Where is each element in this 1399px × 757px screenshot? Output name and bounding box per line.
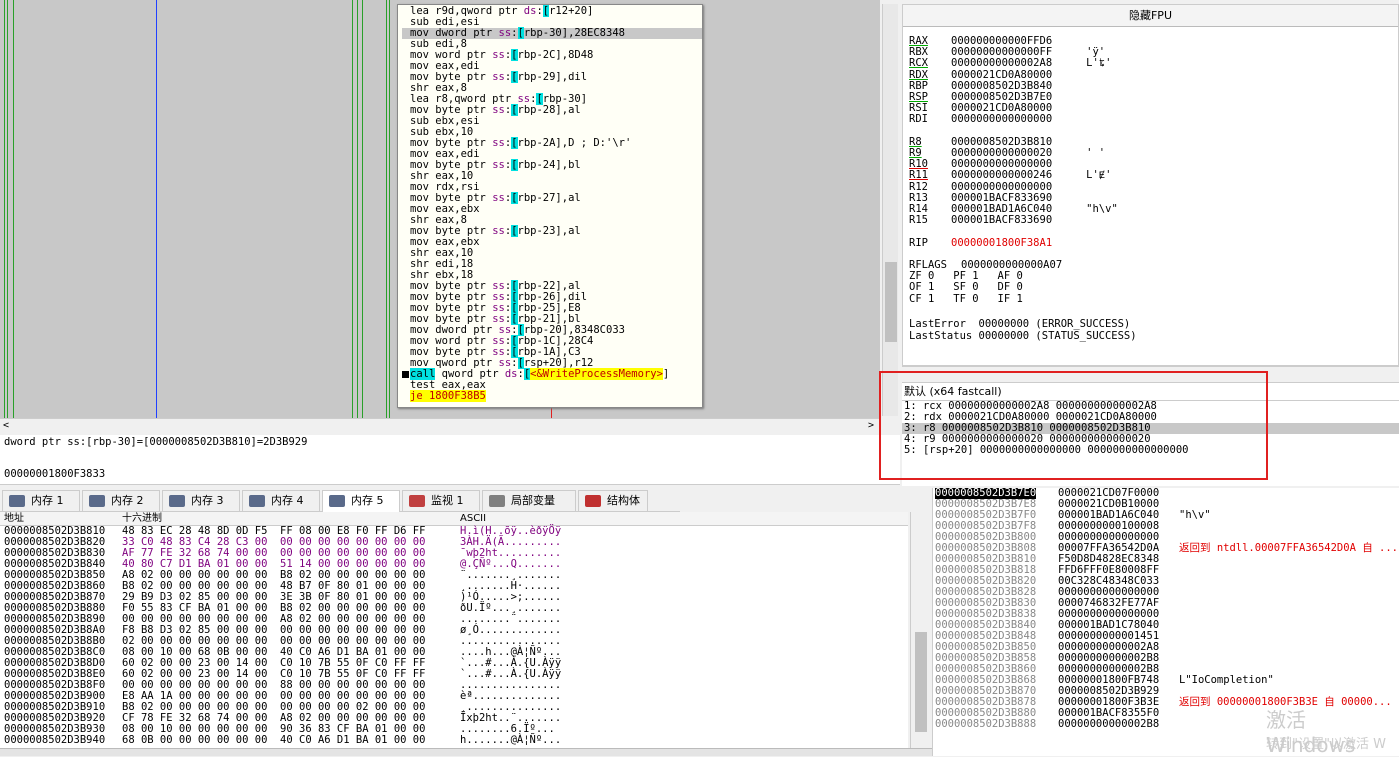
memory-dump[interactable]: 地址 十六进制 ASCII 0000008502D3B810 48 83 EC 2… xyxy=(0,512,908,756)
register-name: RDI xyxy=(909,113,928,126)
register-value[interactable]: 0000008502D3B7E0 xyxy=(951,91,1052,103)
col-hex: 十六进制 xyxy=(122,513,162,524)
dump-ascii[interactable]: h.......@À¦Ñº... xyxy=(460,735,561,746)
dump-hex[interactable]: 68 0B 00 00 00 00 00 00 40 C0 A6 D1 BA 0… xyxy=(122,735,425,746)
tab-内存-5[interactable]: 内存 5 xyxy=(322,490,400,513)
last-status: LastStatus 00000000 (STATUS_SUCCESS) xyxy=(909,329,1137,342)
tab-监视-1[interactable]: 监视 1 xyxy=(402,490,480,511)
bottom-tabs: 内存 1 内存 2 内存 3 内存 4 内存 5 监视 1 局部变量 结构体 xyxy=(0,488,680,513)
watermark-subtitle: 转到"设置"以激活 W xyxy=(1266,737,1386,752)
register-value[interactable]: 0000000000000020 xyxy=(951,147,1052,159)
register-value[interactable]: 0000008502D3B810 xyxy=(951,136,1052,148)
dump-row[interactable]: 0000008502D3B940 68 0B 00 00 00 00 00 00 … xyxy=(0,735,908,746)
register-value[interactable]: 00000000000002A8 xyxy=(951,57,1052,69)
register-value[interactable]: 0000000000000000 xyxy=(951,158,1052,170)
tab-label: 内存 2 xyxy=(111,494,144,507)
memory-icon xyxy=(9,495,25,507)
col-ascii: ASCII xyxy=(460,513,487,524)
last-error: LastError 00000000 (ERROR_SUCCESS) xyxy=(909,318,1131,331)
tab-内存-4[interactable]: 内存 4 xyxy=(242,490,320,511)
tab-label: 内存 3 xyxy=(191,494,224,507)
highlight-box xyxy=(879,371,1268,480)
register-name: R15 xyxy=(909,214,928,227)
register-value[interactable]: 0000021CD0A80000 xyxy=(951,102,1052,114)
register-value[interactable]: 0000021CD0A80000 xyxy=(951,69,1052,81)
register-value[interactable]: 000000000000FFD6 xyxy=(951,35,1052,47)
tab-label: 内存 1 xyxy=(31,494,64,507)
flags-row[interactable]: OF 1 SF 0 DF 0 xyxy=(909,282,1023,293)
stack-comment: "h\v" xyxy=(1179,509,1211,521)
register-row[interactable]: RIP 00000001800F38A1 xyxy=(909,236,1086,249)
dump-scrollbar[interactable] xyxy=(910,512,930,756)
col-address: 地址 xyxy=(4,513,24,524)
memory-icon xyxy=(249,495,265,507)
code-line[interactable]: je 1800F38B5 xyxy=(402,390,702,402)
info-line-1: dword ptr ss:[rbp-30]=[0000008502D3B810]… xyxy=(0,435,900,449)
code-block[interactable]: lea r9d,qword ptr ds:[r12+20] sub edi,esi… xyxy=(397,4,703,408)
stack-comment: 返回到 ntdll.00007FFA36542D0A 自 ... xyxy=(1179,542,1399,554)
register-name: RIP xyxy=(909,236,928,249)
register-value[interactable]: 000001BACF833690 xyxy=(951,192,1052,204)
graph-vertical-scrollbar[interactable] xyxy=(882,4,898,416)
struct-icon xyxy=(585,495,601,507)
register-comment: ' ' xyxy=(1086,147,1106,159)
tab-label: 结构体 xyxy=(607,494,640,507)
stack-address[interactable]: 0000008502D3B888 xyxy=(935,719,1036,730)
register-value[interactable]: 000001BAD1A6C040 xyxy=(951,203,1052,215)
stack-value[interactable]: 00000000000002B8 xyxy=(1058,719,1159,730)
register-value[interactable]: 0000000000000000 xyxy=(951,113,1052,125)
dump-header: 地址 十六进制 ASCII xyxy=(0,512,908,526)
tab-label: 内存 5 xyxy=(351,494,384,507)
info-panel: 00000001800F3833 xyxy=(0,449,900,485)
status-bar xyxy=(0,748,932,756)
register-row[interactable]: RDI 0000000000000000 xyxy=(909,114,1086,125)
tab-label: 监视 1 xyxy=(431,494,464,507)
tab-局部变量[interactable]: 局部变量 xyxy=(482,490,576,511)
tab-内存-2[interactable]: 内存 2 xyxy=(82,490,160,511)
register-row[interactable]: R15 000001BACF833690 xyxy=(909,215,1086,226)
register-name: RCX xyxy=(909,57,928,70)
tab-label: 内存 4 xyxy=(271,494,304,507)
hide-fpu-button[interactable]: 隐藏FPU xyxy=(903,5,1398,27)
locals-icon xyxy=(489,495,505,507)
tab-label: 局部变量 xyxy=(511,494,555,507)
register-name: R12 xyxy=(909,180,928,193)
register-name: RDX xyxy=(909,68,928,81)
watch-icon xyxy=(409,495,425,507)
flags-row[interactable]: CF 1 TF 0 IF 1 xyxy=(909,293,1023,305)
registers-panel[interactable]: 隐藏FPU RAX 000000000000FFD6 RBX 000000000000… xyxy=(902,4,1399,366)
breakpoint-icon[interactable] xyxy=(402,371,409,378)
stack-comment: L"IoCompletion" xyxy=(1179,674,1274,686)
graph-horizontal-scrollbar[interactable]: < > xyxy=(0,418,880,434)
tab-结构体[interactable]: 结构体 xyxy=(578,490,648,511)
register-value[interactable]: 0000000000000A07 xyxy=(961,259,1062,271)
info-line-2: 00000001800F3833 xyxy=(4,468,106,480)
register-comment: L'Ɇ' xyxy=(1086,169,1112,182)
register-value[interactable]: 00000001800F38A1 xyxy=(951,237,1052,249)
dump-address[interactable]: 0000008502D3B940 xyxy=(4,735,105,746)
register-value[interactable]: 0000000000000246 xyxy=(951,169,1052,181)
register-name: R11 xyxy=(909,169,928,182)
tab-内存-3[interactable]: 内存 3 xyxy=(162,490,240,511)
memory-icon xyxy=(89,495,105,507)
register-value[interactable]: 000001BACF833690 xyxy=(951,214,1052,226)
tab-内存-1[interactable]: 内存 1 xyxy=(2,490,80,511)
register-comment: 'ÿ' xyxy=(1086,46,1106,59)
memory-icon xyxy=(169,495,185,507)
register-comment: L'ʨ' xyxy=(1086,57,1112,70)
memory-icon xyxy=(329,495,345,507)
register-comment: "h\v" xyxy=(1086,203,1118,215)
register-value[interactable]: 00000000000000FF xyxy=(951,46,1052,58)
register-value[interactable]: 0000000000000000 xyxy=(951,181,1052,193)
register-value[interactable]: 0000008502D3B840 xyxy=(951,80,1052,92)
